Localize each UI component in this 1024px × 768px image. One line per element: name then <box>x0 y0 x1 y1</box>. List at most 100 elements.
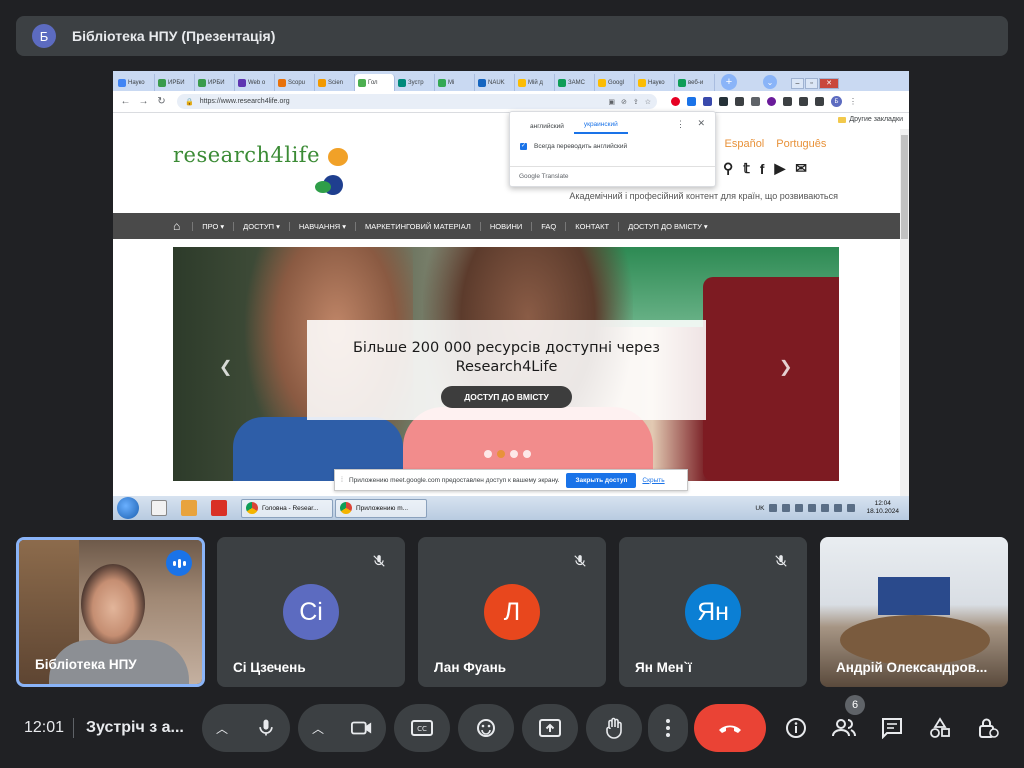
browser-tab[interactable]: ИРБИ <box>155 74 195 91</box>
chevron-up-icon[interactable]: ︿ <box>298 720 338 737</box>
notepad-icon[interactable] <box>151 500 167 516</box>
chat-icon[interactable] <box>874 710 910 746</box>
media-player-icon[interactable] <box>181 500 197 516</box>
new-tab-icon[interactable]: + <box>721 74 737 90</box>
sidepanel-icon[interactable] <box>815 97 824 106</box>
browser-tab-active[interactable]: Гол <box>355 74 395 91</box>
taskbar-clock[interactable]: 12:04 18.10.2024 <box>866 500 899 516</box>
participant-tile[interactable]: Ян Ян Мен`ї <box>619 537 807 687</box>
more-icon[interactable] <box>648 704 688 752</box>
slide-dot-active[interactable] <box>497 450 505 458</box>
translate-tab-source[interactable]: английский <box>520 123 574 134</box>
forward-icon[interactable]: → <box>137 96 150 107</box>
taskbar-window[interactable]: Головна - Resear... <box>241 498 333 518</box>
taskbar-window[interactable]: Приложению m... <box>335 498 427 518</box>
browser-tab[interactable]: Scien <box>315 74 355 91</box>
prev-slide-icon[interactable]: ❮ <box>219 357 232 377</box>
host-controls-icon[interactable] <box>970 710 1006 746</box>
slide-dot[interactable] <box>523 450 531 458</box>
other-bookmarks[interactable]: Другие закладки <box>838 116 903 123</box>
tray-icon[interactable] <box>769 504 778 512</box>
extension-icon[interactable] <box>751 97 760 106</box>
participant-tile[interactable]: Андрій Олександров... <box>820 537 1008 687</box>
profile-avatar[interactable]: Б <box>831 96 842 107</box>
end-call-icon[interactable] <box>694 704 766 752</box>
home-icon[interactable]: ⌂ <box>173 219 180 233</box>
tab-search-icon[interactable]: ⌄ <box>763 75 777 89</box>
menu-item[interactable]: КОНТАКТ <box>565 221 618 231</box>
star-icon[interactable]: ☆ <box>645 98 651 106</box>
lang-link[interactable]: Español <box>725 138 765 150</box>
close-window-icon[interactable]: ✕ <box>819 78 839 89</box>
camera-icon[interactable] <box>338 720 386 736</box>
extension-icon[interactable] <box>767 97 776 106</box>
page-scrollbar[interactable] <box>900 129 909 496</box>
menu-item[interactable]: ДОСТУП ▾ <box>233 221 289 231</box>
eye-off-icon[interactable]: ⊘ <box>621 98 627 106</box>
reload-icon[interactable]: ↻ <box>155 96 168 107</box>
hand-icon[interactable] <box>586 704 642 752</box>
extension-icon[interactable] <box>735 97 744 106</box>
mic-icon[interactable] <box>242 718 290 738</box>
extension-icon[interactable] <box>687 97 696 106</box>
menu-item[interactable]: НОВИНИ <box>479 221 531 231</box>
maximize-icon[interactable]: ▫ <box>805 78 818 89</box>
youtube-icon[interactable]: ▶ <box>774 160 785 177</box>
translate-menu-icon[interactable]: ⋮ <box>676 119 685 130</box>
drag-handle-icon[interactable]: ⁞ <box>341 477 343 484</box>
tray-icon[interactable] <box>834 504 843 512</box>
facebook-icon[interactable]: f <box>760 161 765 177</box>
stop-sharing-button[interactable]: Закрыть доступ <box>566 472 637 488</box>
menu-item[interactable]: НАВЧАННЯ ▾ <box>288 221 355 231</box>
browser-tab[interactable]: Googl <box>595 74 635 91</box>
tray-icon[interactable] <box>795 504 804 512</box>
browser-tab[interactable]: Мій д <box>515 74 555 91</box>
menu-item[interactable]: ПРО ▾ <box>192 221 233 231</box>
participant-tile[interactable]: Бібліотека НПУ <box>16 537 205 687</box>
browser-tab[interactable]: Мі <box>435 74 475 91</box>
pdf-icon[interactable] <box>211 500 227 516</box>
url-input[interactable]: 🔒 https://www.research4life.org ▣ ⊘ ⇪ ☆ <box>177 94 657 109</box>
extension-icon[interactable] <box>703 97 712 106</box>
browser-tab[interactable]: ЗАМС <box>555 74 595 91</box>
volume-icon[interactable] <box>808 504 817 512</box>
menu-item[interactable]: FAQ <box>531 221 565 231</box>
participant-tile[interactable]: Л Лан Фуань <box>418 537 606 687</box>
browser-tab[interactable]: Web o <box>235 74 275 91</box>
people-icon[interactable] <box>826 710 862 746</box>
start-button-icon[interactable] <box>117 497 139 519</box>
lang-link[interactable]: Português <box>776 138 826 150</box>
browser-tab[interactable]: ИРБИ <box>195 74 235 91</box>
info-icon[interactable] <box>778 710 814 746</box>
menu-item[interactable]: МАРКЕТИНГОВИЙ МАТЕРІАЛ <box>355 221 480 231</box>
slide-dot[interactable] <box>484 450 492 458</box>
captions-icon[interactable]: CC <box>394 704 450 752</box>
scrollbar-thumb[interactable] <box>901 135 908 239</box>
participant-tile[interactable]: Сі Сі Цзечень <box>217 537 405 687</box>
tray-icon[interactable] <box>847 504 856 512</box>
puzzle-icon[interactable] <box>799 97 808 106</box>
twitter-icon[interactable]: 𝕥 <box>743 160 750 177</box>
input-language[interactable]: UK <box>755 505 764 512</box>
back-icon[interactable]: ← <box>119 96 132 107</box>
browser-tab[interactable]: NAUK <box>475 74 515 91</box>
browser-tab[interactable]: Scopu <box>275 74 315 91</box>
extension-icon[interactable] <box>783 97 792 106</box>
slide-dot[interactable] <box>510 450 518 458</box>
menu-dots-icon[interactable]: ⋮ <box>849 97 858 106</box>
close-icon[interactable]: ✕ <box>697 118 705 129</box>
browser-tab[interactable]: Науко <box>115 74 155 91</box>
share-icon[interactable]: ⇪ <box>633 98 639 106</box>
menu-item[interactable]: ДОСТУП ДО ВМІСТУ ▾ <box>618 221 717 231</box>
checkbox-checked-icon[interactable]: ✓ <box>520 143 527 150</box>
browser-tab[interactable]: Зустр <box>395 74 435 91</box>
always-translate-option[interactable]: ✓ Всегда переводить английский <box>510 143 715 150</box>
mail-icon[interactable]: ✉ <box>795 160 807 177</box>
pinterest-icon[interactable] <box>671 97 680 106</box>
network-icon[interactable] <box>821 504 830 512</box>
access-content-button[interactable]: ДОСТУП ДО ВМІСТУ <box>441 386 572 408</box>
activities-icon[interactable] <box>922 710 958 746</box>
minimize-icon[interactable]: – <box>791 78 804 89</box>
emoji-icon[interactable] <box>458 704 514 752</box>
translate-tab-target[interactable]: украинский <box>573 121 628 134</box>
